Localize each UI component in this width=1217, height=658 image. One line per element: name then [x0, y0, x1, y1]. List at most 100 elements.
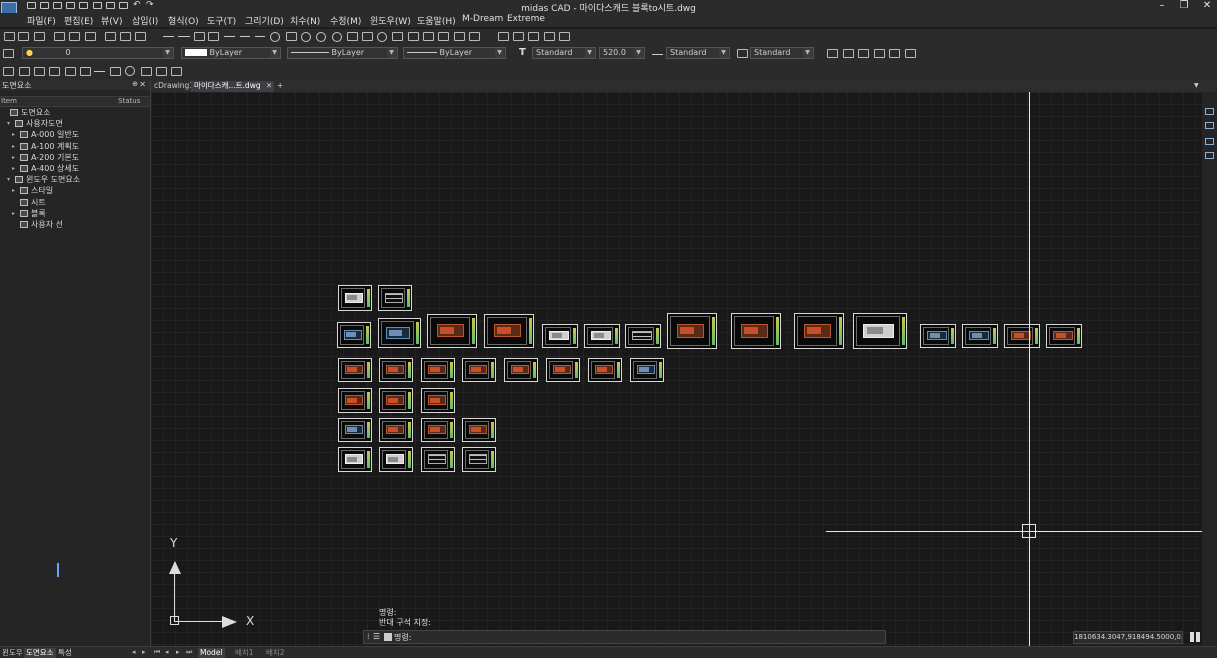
drawing-sheet-thumbnail[interactable]	[1004, 324, 1040, 348]
first-layout-icon[interactable]: ⏮	[154, 648, 160, 657]
drawing-sheet-thumbnail[interactable]	[427, 314, 477, 348]
grid-toggle-icon[interactable]	[1190, 632, 1200, 642]
layer-manager-icon[interactable]	[3, 49, 14, 58]
point-icon[interactable]	[423, 32, 434, 41]
construction-line-icon[interactable]	[178, 36, 190, 37]
layer-lock-icon[interactable]	[889, 49, 900, 58]
menu-modify[interactable]: 수정(M)	[330, 14, 361, 27]
grip-icon[interactable]: ⁞	[367, 632, 370, 641]
column-status-header[interactable]: Status	[118, 97, 140, 105]
tool-palette-icon[interactable]	[135, 32, 146, 41]
menu-m-dream[interactable]: M-Dream	[462, 14, 503, 24]
design-center-icon[interactable]	[120, 32, 131, 41]
drawing-sheet-thumbnail[interactable]	[794, 313, 844, 349]
text-icon[interactable]	[498, 32, 509, 41]
drawing-sheet-thumbnail[interactable]	[484, 314, 534, 348]
tab-active-drawing[interactable]: 마이다스캐...트.dwg	[191, 81, 274, 92]
zoom-extents-icon[interactable]	[34, 32, 45, 41]
tree-expander-icon[interactable]: ▸	[12, 208, 18, 219]
color-select[interactable]: ByLayer ▼	[181, 47, 281, 59]
new-tab-icon[interactable]: +	[274, 81, 286, 92]
tree-expander-icon[interactable]: ▾	[7, 174, 13, 185]
measure-icon[interactable]	[94, 71, 105, 72]
insert-block-icon[interactable]	[392, 32, 403, 41]
menu-dimension[interactable]: 치수(N)	[290, 14, 320, 27]
tree-item[interactable]: ▸ A-100 계획도	[0, 141, 150, 152]
drawing-sheet-thumbnail[interactable]	[462, 418, 496, 442]
drawing-sheet-thumbnail[interactable]	[1046, 324, 1082, 348]
region-icon[interactable]	[454, 32, 465, 41]
tree-item[interactable]: ▸ 스타일	[0, 185, 150, 196]
restore-button[interactable]: ❐	[1174, 0, 1194, 12]
drawing-sheet-thumbnail[interactable]	[338, 447, 372, 472]
menu-edit[interactable]: 편집(E)	[64, 14, 93, 27]
xref-icon[interactable]	[544, 32, 555, 41]
tree-item[interactable]: ▾ 윈도우 도면요소	[0, 174, 150, 185]
tree-item[interactable]: ▸ A-000 일반도	[0, 129, 150, 140]
tree-item[interactable]: ▸ 블록	[0, 208, 150, 219]
pan-icon[interactable]	[54, 32, 65, 41]
tab-window-panel[interactable]: 윈도우	[0, 648, 25, 658]
settings-icon[interactable]	[171, 67, 182, 76]
group-icon[interactable]	[141, 67, 152, 76]
drawing-sheet-thumbnail[interactable]	[338, 285, 372, 311]
tree-expander-icon[interactable]: ▸	[12, 185, 18, 196]
dim-style-select[interactable]: Standard ▼	[666, 47, 730, 59]
text-style-select[interactable]: Standard ▼	[532, 47, 596, 59]
next-layout-icon[interactable]: ▸	[176, 648, 180, 656]
menu-tools[interactable]: 도구(T)	[207, 14, 236, 27]
tree-item[interactable]: ▸ A-200 기본도	[0, 152, 150, 163]
tree-expander-icon[interactable]: ▸	[12, 141, 18, 152]
tab-list-chevron-icon[interactable]: ▼	[1191, 81, 1202, 92]
hatch-icon[interactable]	[438, 32, 449, 41]
drawing-sheet-thumbnail[interactable]	[504, 358, 538, 382]
last-layout-icon[interactable]: ⏭	[186, 648, 192, 657]
polygon-icon[interactable]	[255, 36, 265, 37]
menu-draw[interactable]: 그리기(D)	[245, 14, 284, 27]
command-toggle-icon[interactable]	[384, 633, 392, 641]
tree-expander-icon[interactable]: ▸	[12, 152, 18, 163]
command-input[interactable]	[424, 632, 879, 642]
spline-icon[interactable]	[240, 36, 250, 37]
block-edit-icon[interactable]	[65, 67, 76, 76]
layer-off-icon[interactable]	[858, 49, 869, 58]
dim-edit-icon[interactable]	[34, 67, 45, 76]
properties-icon[interactable]	[105, 32, 116, 41]
refresh-icon[interactable]	[125, 66, 135, 76]
close-button[interactable]: ✕	[1197, 0, 1217, 12]
circle-icon[interactable]	[270, 32, 280, 42]
tree-item[interactable]: 사용자 선	[0, 219, 150, 230]
drawing-sheet-thumbnail[interactable]	[542, 324, 578, 348]
drawing-sheet-thumbnail[interactable]	[379, 418, 413, 442]
tree-item[interactable]: ▾ 사용자도면	[0, 118, 150, 129]
drawing-sheet-thumbnail[interactable]	[731, 313, 781, 349]
drawing-sheet-thumbnail[interactable]	[625, 324, 661, 348]
text-edit-icon[interactable]	[19, 67, 30, 76]
tab-elements-panel[interactable]: 도면요소	[24, 648, 56, 658]
rectangle-icon[interactable]	[286, 32, 297, 41]
polyline-icon[interactable]	[208, 32, 219, 41]
ray-icon[interactable]	[224, 36, 235, 37]
drawing-sheet-thumbnail[interactable]	[462, 358, 496, 382]
revision-cloud-icon[interactable]	[347, 32, 358, 41]
tree-expander-icon[interactable]: ▸	[12, 129, 18, 140]
scale-icon[interactable]	[559, 32, 570, 41]
drawing-sheet-thumbnail[interactable]	[853, 313, 907, 349]
drawing-sheet-thumbnail[interactable]	[379, 388, 413, 413]
list-icon[interactable]	[80, 67, 91, 76]
regen-icon[interactable]	[69, 32, 80, 41]
donut-icon[interactable]	[332, 32, 342, 42]
drawing-sheet-thumbnail[interactable]	[379, 358, 413, 382]
drawing-sheet-thumbnail[interactable]	[588, 358, 622, 382]
drawing-sheet-thumbnail[interactable]	[962, 324, 998, 348]
zoom-previous-icon[interactable]	[18, 32, 29, 41]
text-height-select[interactable]: 520.0 ▼	[599, 47, 645, 59]
arc-icon[interactable]	[301, 32, 311, 42]
layer-select[interactable]: ● 0 ▼	[22, 47, 174, 59]
layer-isolate-icon[interactable]	[843, 49, 854, 58]
drawing-sheet-thumbnail[interactable]	[667, 313, 717, 349]
blocks-dock-icon[interactable]	[1205, 138, 1214, 145]
menu-window[interactable]: 윈도우(W)	[370, 14, 411, 27]
tree-expander-icon[interactable]: ▾	[7, 118, 13, 129]
command-menu-icon[interactable]: ☰	[373, 632, 380, 641]
